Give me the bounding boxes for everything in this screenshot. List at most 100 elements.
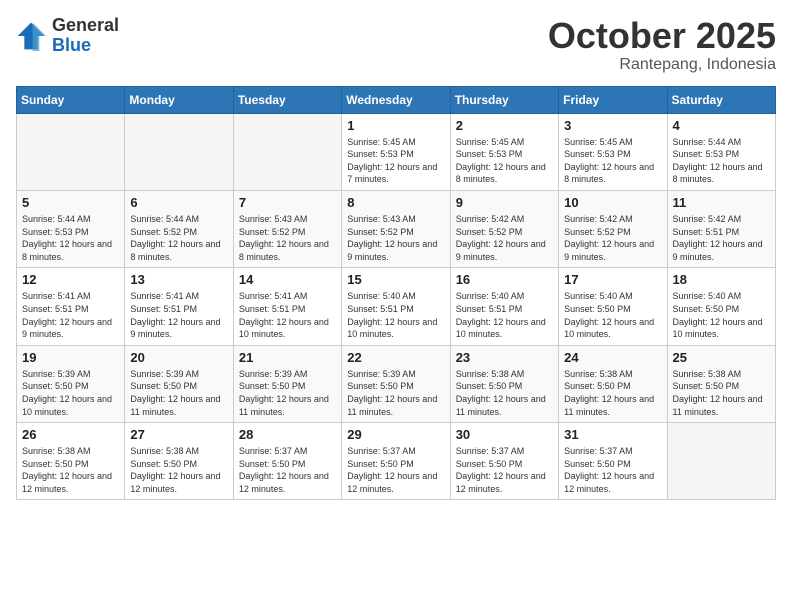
daylight-hours: Daylight: 12 hours and 11 minutes.	[347, 393, 444, 418]
sunrise: Sunrise: 5:37 AM	[239, 445, 336, 458]
sunset: Sunset: 5:53 PM	[456, 148, 553, 161]
sunset: Sunset: 5:51 PM	[456, 303, 553, 316]
daylight-hours: Daylight: 12 hours and 8 minutes.	[673, 161, 770, 186]
day-number: 14	[239, 272, 336, 287]
logo-text: General Blue	[52, 16, 119, 56]
day-info: Sunrise: 5:37 AMSunset: 5:50 PMDaylight:…	[347, 445, 444, 495]
logo-general: General	[52, 15, 119, 35]
sunrise: Sunrise: 5:41 AM	[130, 290, 227, 303]
empty-cell	[233, 113, 341, 190]
sunset: Sunset: 5:52 PM	[456, 226, 553, 239]
day-number: 23	[456, 350, 553, 365]
page-header: General Blue October 2025 Rantepang, Ind…	[16, 16, 776, 74]
daylight-hours: Daylight: 12 hours and 11 minutes.	[239, 393, 336, 418]
calendar-table: SundayMondayTuesdayWednesdayThursdayFrid…	[16, 86, 776, 501]
day-cell-25: 25Sunrise: 5:38 AMSunset: 5:50 PMDayligh…	[667, 345, 775, 422]
day-number: 12	[22, 272, 119, 287]
day-info: Sunrise: 5:37 AMSunset: 5:50 PMDaylight:…	[239, 445, 336, 495]
day-number: 13	[130, 272, 227, 287]
sunset: Sunset: 5:50 PM	[456, 458, 553, 471]
day-info: Sunrise: 5:44 AMSunset: 5:53 PMDaylight:…	[673, 136, 770, 186]
daylight-hours: Daylight: 12 hours and 12 minutes.	[564, 470, 661, 495]
day-number: 11	[673, 195, 770, 210]
sunrise: Sunrise: 5:42 AM	[456, 213, 553, 226]
day-cell-23: 23Sunrise: 5:38 AMSunset: 5:50 PMDayligh…	[450, 345, 558, 422]
sunset: Sunset: 5:50 PM	[239, 380, 336, 393]
sunset: Sunset: 5:50 PM	[564, 303, 661, 316]
calendar-header: SundayMondayTuesdayWednesdayThursdayFrid…	[17, 86, 776, 113]
daylight-hours: Daylight: 12 hours and 9 minutes.	[564, 238, 661, 263]
sunset: Sunset: 5:50 PM	[347, 380, 444, 393]
sunset: Sunset: 5:50 PM	[456, 380, 553, 393]
daylight-hours: Daylight: 12 hours and 12 minutes.	[456, 470, 553, 495]
day-cell-22: 22 Sunrise: 5:39 AMSunset: 5:50 PMDayligh…	[342, 345, 450, 422]
day-info: Sunrise: 5:38 AMSunset: 5:50 PMDaylight:…	[130, 445, 227, 495]
day-number: 24	[564, 350, 661, 365]
logo-blue: Blue	[52, 35, 91, 55]
header-day-thursday: Thursday	[450, 86, 558, 113]
sunrise: Sunrise: 5:45 AM	[456, 136, 553, 149]
day-cell-31: 31Sunrise: 5:37 AMSunset: 5:50 PMDayligh…	[559, 423, 667, 500]
day-cell-29: 29Sunrise: 5:37 AMSunset: 5:50 PMDayligh…	[342, 423, 450, 500]
header-day-friday: Friday	[559, 86, 667, 113]
daylight-hours: Daylight: 12 hours and 12 minutes.	[130, 470, 227, 495]
day-cell-19: 19Sunrise: 5:39 AMSunset: 5:50 PMDayligh…	[17, 345, 125, 422]
sunset: Sunset: 5:52 PM	[130, 226, 227, 239]
logo-icon	[16, 21, 46, 51]
sunrise: Sunrise: 5:40 AM	[673, 290, 770, 303]
daylight-hours: Daylight: 12 hours and 11 minutes.	[564, 393, 661, 418]
day-info: Sunrise: 5:37 AMSunset: 5:50 PMDaylight:…	[564, 445, 661, 495]
day-cell-4: 4Sunrise: 5:44 AMSunset: 5:53 PMDaylight…	[667, 113, 775, 190]
day-info: Sunrise: 5:38 AMSunset: 5:50 PMDaylight:…	[22, 445, 119, 495]
sunset: Sunset: 5:51 PM	[673, 226, 770, 239]
daylight-hours: Daylight: 12 hours and 9 minutes.	[22, 316, 119, 341]
sunrise: Sunrise: 5:45 AM	[347, 136, 444, 149]
day-number: 3	[564, 118, 661, 133]
day-cell-16: 16Sunrise: 5:40 AMSunset: 5:51 PMDayligh…	[450, 268, 558, 345]
day-cell-30: 30Sunrise: 5:37 AMSunset: 5:50 PMDayligh…	[450, 423, 558, 500]
header-day-tuesday: Tuesday	[233, 86, 341, 113]
sunset: Sunset: 5:53 PM	[22, 226, 119, 239]
daylight-hours: Daylight: 12 hours and 10 minutes.	[564, 316, 661, 341]
day-info: Sunrise: 5:40 AMSunset: 5:50 PMDaylight:…	[564, 290, 661, 340]
daylight-hours: Daylight: 12 hours and 9 minutes.	[673, 238, 770, 263]
day-cell-20: 20Sunrise: 5:39 AMSunset: 5:50 PMDayligh…	[125, 345, 233, 422]
day-number: 7	[239, 195, 336, 210]
day-number: 25	[673, 350, 770, 365]
daylight-hours: Daylight: 12 hours and 12 minutes.	[347, 470, 444, 495]
sunrise: Sunrise: 5:41 AM	[239, 290, 336, 303]
day-cell-5: 5Sunrise: 5:44 AMSunset: 5:53 PMDaylight…	[17, 190, 125, 267]
day-cell-2: 2Sunrise: 5:45 AMSunset: 5:53 PMDaylight…	[450, 113, 558, 190]
sunrise: Sunrise: 5:37 AM	[347, 445, 444, 458]
day-number: 22	[347, 350, 444, 365]
day-info: Sunrise: 5:45 AMSunset: 5:53 PMDaylight:…	[347, 136, 444, 186]
day-cell-26: 26 Sunrise: 5:38 AMSunset: 5:50 PMDayligh…	[17, 423, 125, 500]
day-info: Sunrise: 5:40 AMSunset: 5:51 PMDaylight:…	[347, 290, 444, 340]
sunrise: Sunrise: 5:38 AM	[456, 368, 553, 381]
sunrise: Sunrise: 5:44 AM	[22, 213, 119, 226]
sunset: Sunset: 5:51 PM	[239, 303, 336, 316]
day-number: 18	[673, 272, 770, 287]
day-info: Sunrise: 5:42 AMSunset: 5:52 PMDaylight:…	[564, 213, 661, 263]
day-cell-3: 3Sunrise: 5:45 AMSunset: 5:53 PMDaylight…	[559, 113, 667, 190]
day-number: 26	[22, 427, 119, 442]
daylight-hours: Daylight: 12 hours and 10 minutes.	[22, 393, 119, 418]
day-cell-14: 14Sunrise: 5:41 AMSunset: 5:51 PMDayligh…	[233, 268, 341, 345]
day-cell-9: 9Sunrise: 5:42 AMSunset: 5:52 PMDaylight…	[450, 190, 558, 267]
sunset: Sunset: 5:52 PM	[239, 226, 336, 239]
day-cell-1: 1Sunrise: 5:45 AMSunset: 5:53 PMDaylight…	[342, 113, 450, 190]
daylight-hours: Daylight: 12 hours and 10 minutes.	[347, 316, 444, 341]
sunrise: Sunrise: 5:37 AM	[564, 445, 661, 458]
sunrise: Sunrise: 5:37 AM	[456, 445, 553, 458]
day-info: Sunrise: 5:39 AMSunset: 5:50 PMDaylight:…	[347, 368, 444, 418]
day-number: 10	[564, 195, 661, 210]
day-cell-7: 7Sunrise: 5:43 AMSunset: 5:52 PMDaylight…	[233, 190, 341, 267]
day-cell-18: 18Sunrise: 5:40 AMSunset: 5:50 PMDayligh…	[667, 268, 775, 345]
title-block: October 2025 Rantepang, Indonesia	[548, 16, 776, 74]
sunrise: Sunrise: 5:39 AM	[239, 368, 336, 381]
sunrise: Sunrise: 5:39 AM	[130, 368, 227, 381]
day-info: Sunrise: 5:38 AMSunset: 5:50 PMDaylight:…	[564, 368, 661, 418]
sunrise: Sunrise: 5:44 AM	[673, 136, 770, 149]
day-info: Sunrise: 5:45 AMSunset: 5:53 PMDaylight:…	[456, 136, 553, 186]
calendar-week-2: 5Sunrise: 5:44 AMSunset: 5:53 PMDaylight…	[17, 190, 776, 267]
